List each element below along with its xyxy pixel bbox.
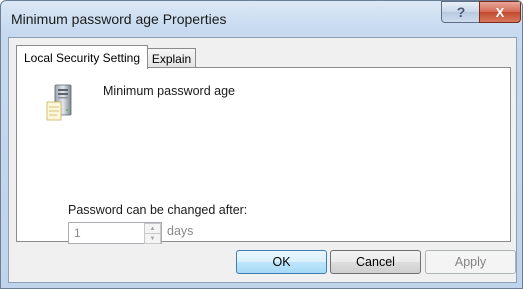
tab-panel: Minimum password age Password can be cha…: [16, 67, 511, 244]
ok-button[interactable]: OK: [236, 250, 327, 274]
close-button[interactable]: X: [479, 1, 521, 23]
help-icon: ?: [456, 4, 466, 20]
server-policy-icon: [46, 84, 72, 121]
spin-down-button[interactable]: ▼: [144, 233, 161, 244]
tab-label: Explain: [151, 52, 192, 66]
tab-label: Local Security Setting: [23, 50, 141, 65]
password-age-label: Password can be changed after:: [68, 203, 248, 217]
dialog-client-area: Local Security Setting Explain Minimum p…: [8, 37, 517, 283]
window-title: Minimum password age Properties: [11, 11, 227, 27]
tab-explain[interactable]: Explain: [147, 48, 196, 69]
cancel-button[interactable]: Cancel: [330, 250, 421, 274]
days-stepper[interactable]: 1 ▲ ▼: [68, 222, 162, 244]
days-unit-label: days: [167, 224, 194, 238]
apply-button[interactable]: Apply: [425, 250, 516, 274]
properties-dialog: Minimum password age Properties ? X Loca…: [0, 0, 523, 289]
chevron-down-icon: ▼: [149, 235, 156, 242]
chevron-up-icon: ▲: [149, 225, 156, 232]
help-button[interactable]: ?: [441, 1, 481, 23]
tab-local-security-setting[interactable]: Local Security Setting: [16, 45, 148, 69]
close-icon: X: [495, 4, 505, 20]
title-bar[interactable]: Minimum password age Properties ? X: [1, 1, 522, 37]
days-value[interactable]: 1: [74, 226, 81, 240]
policy-name: Minimum password age: [103, 84, 235, 98]
